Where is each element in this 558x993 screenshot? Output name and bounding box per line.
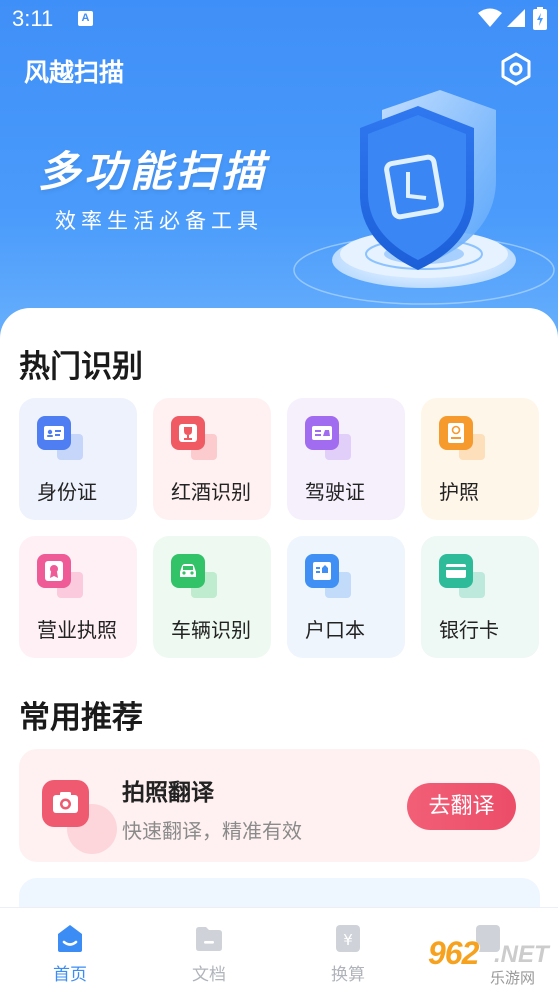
hot-tile[interactable]: 银行卡 bbox=[421, 536, 539, 658]
tab-home[interactable]: 首页 bbox=[30, 908, 110, 993]
tab-label: 首页 bbox=[53, 965, 87, 985]
tab-label: 文档 bbox=[192, 965, 226, 985]
wine-icon bbox=[171, 416, 205, 450]
yuan-icon: ¥ bbox=[336, 925, 360, 952]
banner-subtitle: 效率生活必备工具 bbox=[55, 209, 263, 233]
hot-tile[interactable]: 护照 bbox=[421, 398, 539, 520]
watermark-cn: 乐游网 bbox=[490, 969, 536, 987]
folder-icon bbox=[196, 927, 222, 951]
hot-tile-label: 车辆识别 bbox=[171, 618, 251, 642]
wifi-icon bbox=[478, 8, 502, 27]
recommend-subtitle: 快速翻译，精准有效 bbox=[122, 819, 302, 843]
hero-banner: 3:11 A 风越扫描 多功能扫描 效率生活必备工具 bbox=[0, 0, 558, 360]
site-watermark: 962 .NET 乐游网 bbox=[428, 935, 556, 990]
camera-icon bbox=[42, 780, 89, 827]
battery-icon bbox=[533, 7, 547, 30]
signal-icon bbox=[507, 9, 525, 27]
hot-tile-label: 银行卡 bbox=[439, 618, 499, 642]
recommend-section-title: 常用推荐 bbox=[19, 700, 143, 736]
license-icon bbox=[305, 416, 339, 450]
app-title: 风越扫描 bbox=[24, 58, 125, 87]
status-time: 3:11 bbox=[12, 6, 54, 31]
tab-label: 换算 bbox=[331, 965, 365, 985]
hot-tile-label: 身份证 bbox=[37, 480, 97, 504]
hot-tile[interactable]: 营业执照 bbox=[19, 536, 137, 658]
household-book-icon bbox=[305, 554, 339, 588]
hot-tile[interactable]: 车辆识别 bbox=[153, 536, 271, 658]
recommend-card-translate[interactable]: 拍照翻译 快速翻译，精准有效 去翻译 bbox=[19, 749, 540, 862]
notification-a-icon: A bbox=[78, 11, 93, 26]
hot-tile[interactable]: 红酒识别 bbox=[153, 398, 271, 520]
shield-illustration bbox=[293, 90, 555, 305]
svg-text:¥: ¥ bbox=[343, 931, 353, 949]
banner-title: 多功能扫描 bbox=[38, 147, 269, 196]
watermark-brand: 962 bbox=[428, 935, 479, 971]
hot-tile[interactable]: 驾驶证 bbox=[287, 398, 405, 520]
hot-tile-label: 营业执照 bbox=[37, 618, 117, 642]
bank-card-icon bbox=[439, 554, 473, 588]
home-icon bbox=[58, 925, 82, 952]
tab-documents[interactable]: 文档 bbox=[169, 908, 249, 993]
car-icon bbox=[171, 554, 205, 588]
passport-icon bbox=[439, 416, 473, 450]
watermark-suffix: .NET bbox=[494, 941, 549, 968]
status-bar: 3:11 A bbox=[0, 0, 558, 40]
business-license-icon bbox=[37, 554, 71, 588]
recommend-title: 拍照翻译 bbox=[122, 780, 214, 806]
tab-convert[interactable]: ¥ 换算 bbox=[308, 908, 388, 993]
hot-tile-label: 驾驶证 bbox=[305, 480, 365, 504]
hot-tile[interactable]: 身份证 bbox=[19, 398, 137, 520]
hot-section-title: 热门识别 bbox=[19, 349, 143, 385]
hot-tile-label: 红酒识别 bbox=[171, 480, 251, 504]
hot-tile[interactable]: 户口本 bbox=[287, 536, 405, 658]
hot-tile-label: 户口本 bbox=[305, 618, 365, 642]
hot-tile-label: 护照 bbox=[439, 480, 479, 504]
id-card-icon bbox=[37, 416, 71, 450]
translate-button[interactable]: 去翻译 bbox=[407, 783, 516, 830]
